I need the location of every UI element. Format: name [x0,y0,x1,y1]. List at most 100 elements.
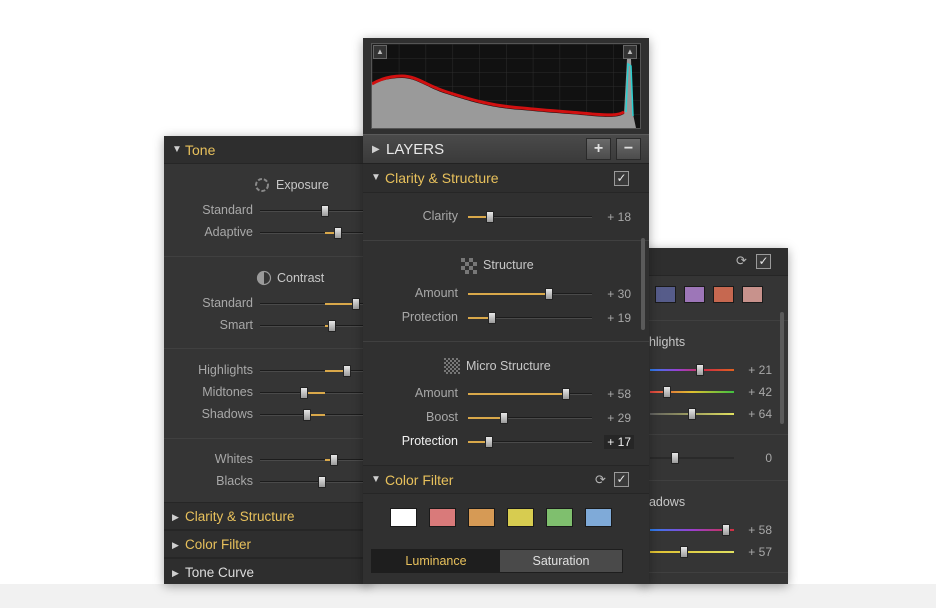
slider-thumb[interactable] [671,452,680,464]
slider-value[interactable]: + 17 [604,435,634,449]
slider-thumb[interactable] [485,436,494,448]
collapsed-section-0[interactable]: ▶ Clarity & Structure [164,502,370,530]
section-title: Tone Curve [185,565,255,580]
color-filter-swatch[interactable] [468,508,495,527]
slider-value: + 21 [748,363,772,377]
color-filter-header[interactable]: ▼ Color Filter [363,465,649,494]
color-filter-swatch[interactable] [585,508,612,527]
slider-thumb[interactable] [662,386,671,398]
slider-thumb[interactable] [499,412,508,424]
tab-luminance[interactable]: Luminance [372,550,500,572]
shadow-clipping-warning-icon[interactable]: ▲ [373,45,387,59]
slider-fill [468,417,504,419]
slider-thumb[interactable] [302,409,311,421]
reset-icon[interactable]: ⟳ [736,253,747,269]
center-layers-panel: ▲ ▲ ▶ LAYERS + − ▼ Clarity & Structure ✓… [363,38,649,584]
slider-label: Standard [202,296,253,310]
histogram-graph [371,44,640,128]
highlights-slider[interactable] [650,408,734,420]
hue-swatch[interactable] [655,286,676,303]
color-filter-enable-checkbox[interactable]: ✓ [614,472,629,487]
shadows-slider[interactable] [650,524,734,536]
slider-thumb[interactable] [487,312,496,324]
slider-gradient [650,457,734,459]
center-scrollbar[interactable] [641,238,645,330]
slider-clarity[interactable] [468,211,592,223]
hue-swatch[interactable] [713,286,734,303]
slider-thumb[interactable] [544,288,553,300]
slider-thumb[interactable] [486,211,495,223]
collapse-arrow-icon: ▼ [371,474,381,485]
slider-track [260,232,370,234]
slider-value: + 58 [748,523,772,537]
slider-shadows[interactable] [260,409,370,421]
section-title: Clarity & Structure [185,509,295,524]
highlight-clipping-warning-icon[interactable]: ▲ [623,45,637,59]
highlights-slider[interactable] [650,386,734,398]
slider-fill [468,293,549,295]
slider-standard[interactable] [260,205,370,217]
hue-swatch[interactable] [684,286,705,303]
slider-value: 0 [765,451,772,465]
slider-thumb[interactable] [334,227,342,239]
slider-value[interactable]: + 29 [607,411,631,425]
slider-label: Highlights [198,363,253,377]
tone-header[interactable]: ▼ Tone [164,136,370,164]
slider-value[interactable]: + 18 [607,210,631,224]
slider-thumb[interactable] [679,546,688,558]
collapsed-section-2[interactable]: ▶ Tone Curve [164,558,370,584]
slider-thumb[interactable] [352,298,361,310]
slider-thumb[interactable] [343,365,352,377]
slider-protection[interactable] [468,436,592,448]
slider-highlights[interactable] [260,365,370,377]
slider-thumb[interactable] [721,524,730,536]
slider-label: Boost [426,410,458,424]
layers-header[interactable]: ▶ LAYERS + − [363,134,649,164]
color-filter-swatch[interactable] [546,508,573,527]
slider-value[interactable]: + 30 [607,287,631,301]
slider-thumb[interactable] [300,387,309,399]
color-filter-swatch[interactable] [429,508,456,527]
slider-adaptive[interactable] [260,227,370,239]
slider-track [260,370,370,372]
tab-saturation[interactable]: Saturation [500,550,622,572]
slider-blacks[interactable] [260,476,370,488]
slider-amount[interactable] [468,288,592,300]
shadows-slider[interactable] [650,546,734,558]
slider-thumb[interactable] [696,364,705,376]
slider-label: Shadows [201,407,253,421]
exposure-icon [254,177,270,193]
hue-swatch[interactable] [742,286,763,303]
collapsed-section-1[interactable]: ▶ Color Filter [164,530,370,558]
highlights-slider[interactable] [650,364,734,376]
slider-protection[interactable] [468,312,592,324]
micro-structure-icon [444,358,460,374]
slider-thumb[interactable] [327,320,336,332]
clarity-structure-enable-checkbox[interactable]: ✓ [614,171,629,186]
slider-smart[interactable] [260,320,370,332]
slider-value: + 64 [748,407,772,421]
color-filter-reset-icon[interactable]: ⟳ [595,472,606,488]
slider-thumb[interactable] [330,454,339,466]
slider-boost[interactable] [468,412,592,424]
slider-thumb[interactable] [561,388,570,400]
clarity-structure-header[interactable]: ▼ Clarity & Structure [363,164,649,193]
right-scrollbar[interactable] [780,312,784,424]
color-filter-swatch[interactable] [390,508,417,527]
slider-whites[interactable] [260,454,370,466]
slider-amount[interactable] [468,388,592,400]
slider-label: Whites [214,452,253,466]
slider-value[interactable]: + 19 [607,311,631,325]
color-filter-swatch[interactable] [507,508,534,527]
slider-standard[interactable] [260,298,370,310]
slider-gradient [650,369,734,371]
slider-thumb[interactable] [688,408,696,420]
slider-midtones[interactable] [260,387,370,399]
add-layer-button[interactable]: + [586,138,611,160]
slider-value[interactable]: + 58 [607,387,631,401]
remove-layer-button[interactable]: − [616,138,641,160]
slider-thumb[interactable] [318,476,327,488]
slider-thumb[interactable] [321,205,329,217]
balance-slider[interactable] [650,452,734,464]
enable-checkbox[interactable]: ✓ [756,254,771,269]
